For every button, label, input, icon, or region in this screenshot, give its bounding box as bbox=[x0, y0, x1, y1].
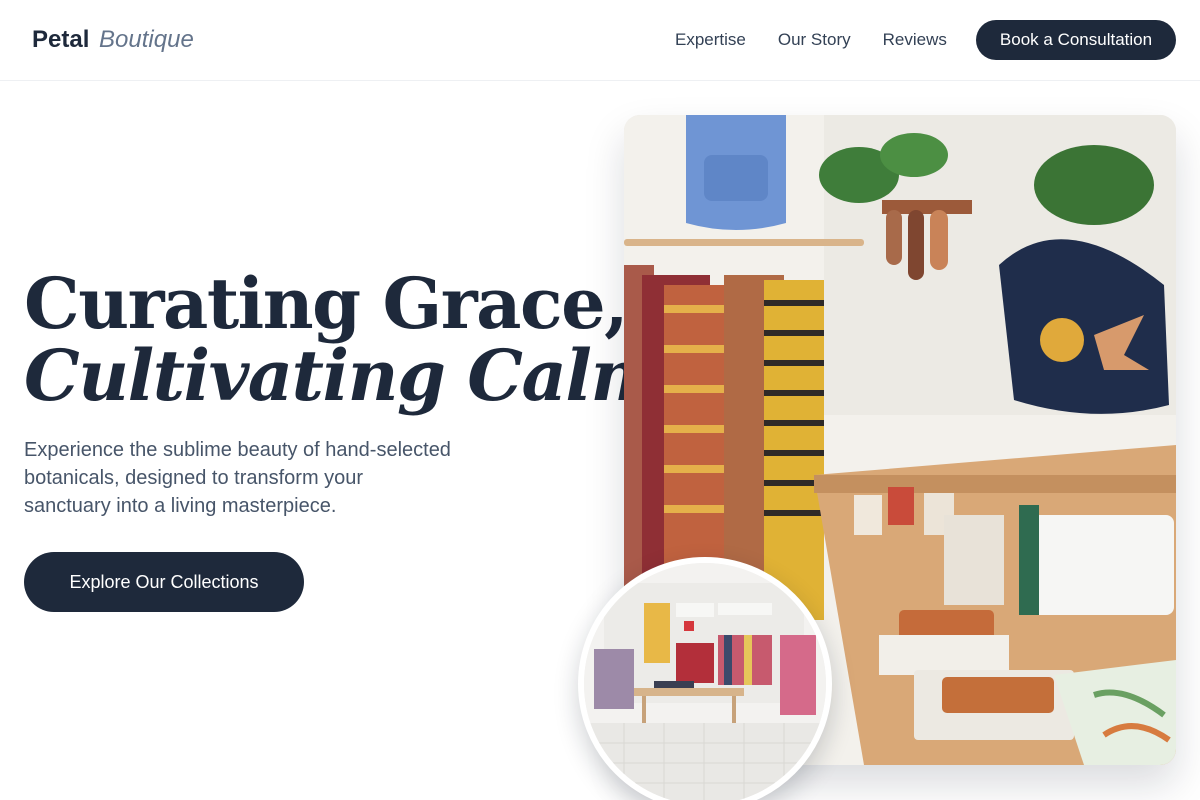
logo[interactable]: Petal Boutique bbox=[32, 24, 194, 56]
main-nav: Expertise Our Story Reviews bbox=[675, 28, 947, 52]
store-interior-inset-image bbox=[578, 557, 832, 800]
hero-title-line1: Curating Grace, bbox=[24, 262, 629, 345]
hero-title: Curating Grace, Cultivating Calm. bbox=[24, 268, 687, 417]
hero-title-line2: Cultivating Calm. bbox=[24, 334, 687, 417]
hero-description: Experience the sublime beauty of hand-se… bbox=[24, 439, 451, 517]
nav-link-our-story[interactable]: Our Story bbox=[778, 28, 851, 52]
logo-brand: Petal bbox=[32, 26, 90, 53]
explore-collections-button[interactable]: Explore Our Collections bbox=[24, 552, 304, 612]
logo-accent: Boutique bbox=[99, 26, 194, 53]
book-consultation-button[interactable]: Book a Consultation bbox=[976, 20, 1176, 60]
nav-link-reviews[interactable]: Reviews bbox=[883, 28, 947, 52]
nav-link-expertise[interactable]: Expertise bbox=[675, 28, 746, 52]
site-header: Petal Boutique Expertise Our Story Revie… bbox=[0, 0, 1200, 81]
